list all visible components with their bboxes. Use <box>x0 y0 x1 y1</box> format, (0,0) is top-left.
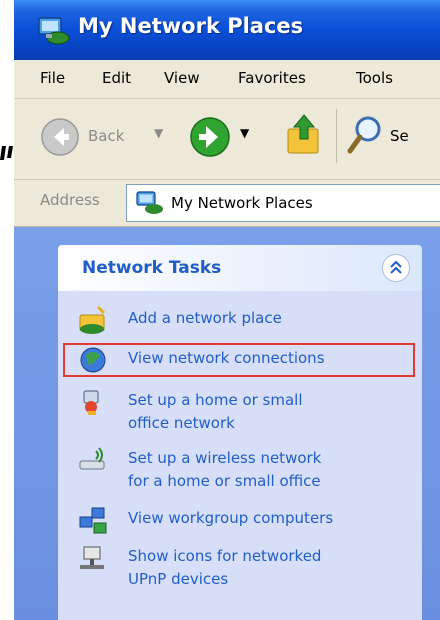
network-places-icon <box>38 17 70 45</box>
task-label: Show icons for networked UPnP devices <box>128 547 322 588</box>
menu-favorites[interactable]: Favorites <box>238 69 306 87</box>
task-label: Add a network place <box>128 309 282 327</box>
menu-bar: File Edit View Favorites Tools <box>14 60 440 99</box>
task-label: Set up a home or small office network <box>128 391 303 432</box>
back-arrow-icon <box>41 118 79 156</box>
network-tasks-panel: Add a network place View network connect… <box>58 291 422 620</box>
forward-button[interactable]: ▼ <box>182 113 252 163</box>
address-value: My Network Places <box>171 194 313 212</box>
network-tasks-title: Network Tasks <box>82 258 222 278</box>
task-label: Set up a wireless network for a home or … <box>128 449 322 490</box>
back-dropdown-icon[interactable]: ▼ <box>154 126 163 140</box>
home-network-wizard-icon <box>83 390 99 415</box>
back-button[interactable]: Back ▼ <box>36 113 176 163</box>
window-title: My Network Places <box>78 14 304 38</box>
menu-file[interactable]: File <box>40 69 65 87</box>
explorer-window: My Network Places File Edit View Favorit… <box>14 0 440 620</box>
network-tasks-header[interactable]: Network Tasks <box>58 245 422 291</box>
add-network-place-icon <box>79 305 106 334</box>
search-label: Se <box>390 127 409 145</box>
folder-up-icon[interactable] <box>284 113 324 157</box>
chevron-up-icon <box>390 260 402 274</box>
address-field[interactable]: My Network Places <box>126 184 440 222</box>
menu-view[interactable]: View <box>164 69 200 87</box>
search-icon <box>347 116 381 154</box>
forward-dropdown-icon[interactable]: ▼ <box>240 126 249 140</box>
cursor-fragment <box>0 146 13 160</box>
highlight-box <box>63 343 415 377</box>
toolbar: Back ▼ ▼ Se <box>14 99 440 180</box>
menu-edit[interactable]: Edit <box>102 69 131 87</box>
search-button[interactable]: Se <box>346 113 440 163</box>
network-places-small-icon <box>136 191 163 214</box>
menu-tools[interactable]: Tools <box>356 69 393 87</box>
back-label: Back <box>88 127 125 145</box>
collapse-button[interactable] <box>382 254 410 282</box>
upnp-devices-icon <box>80 546 104 569</box>
forward-arrow-icon <box>190 117 230 157</box>
workgroup-computers-icon <box>79 507 107 534</box>
address-label: Address <box>40 191 100 209</box>
task-label: View workgroup computers <box>128 509 334 527</box>
wireless-network-icon <box>79 447 105 470</box>
title-bar[interactable]: My Network Places <box>14 0 440 60</box>
